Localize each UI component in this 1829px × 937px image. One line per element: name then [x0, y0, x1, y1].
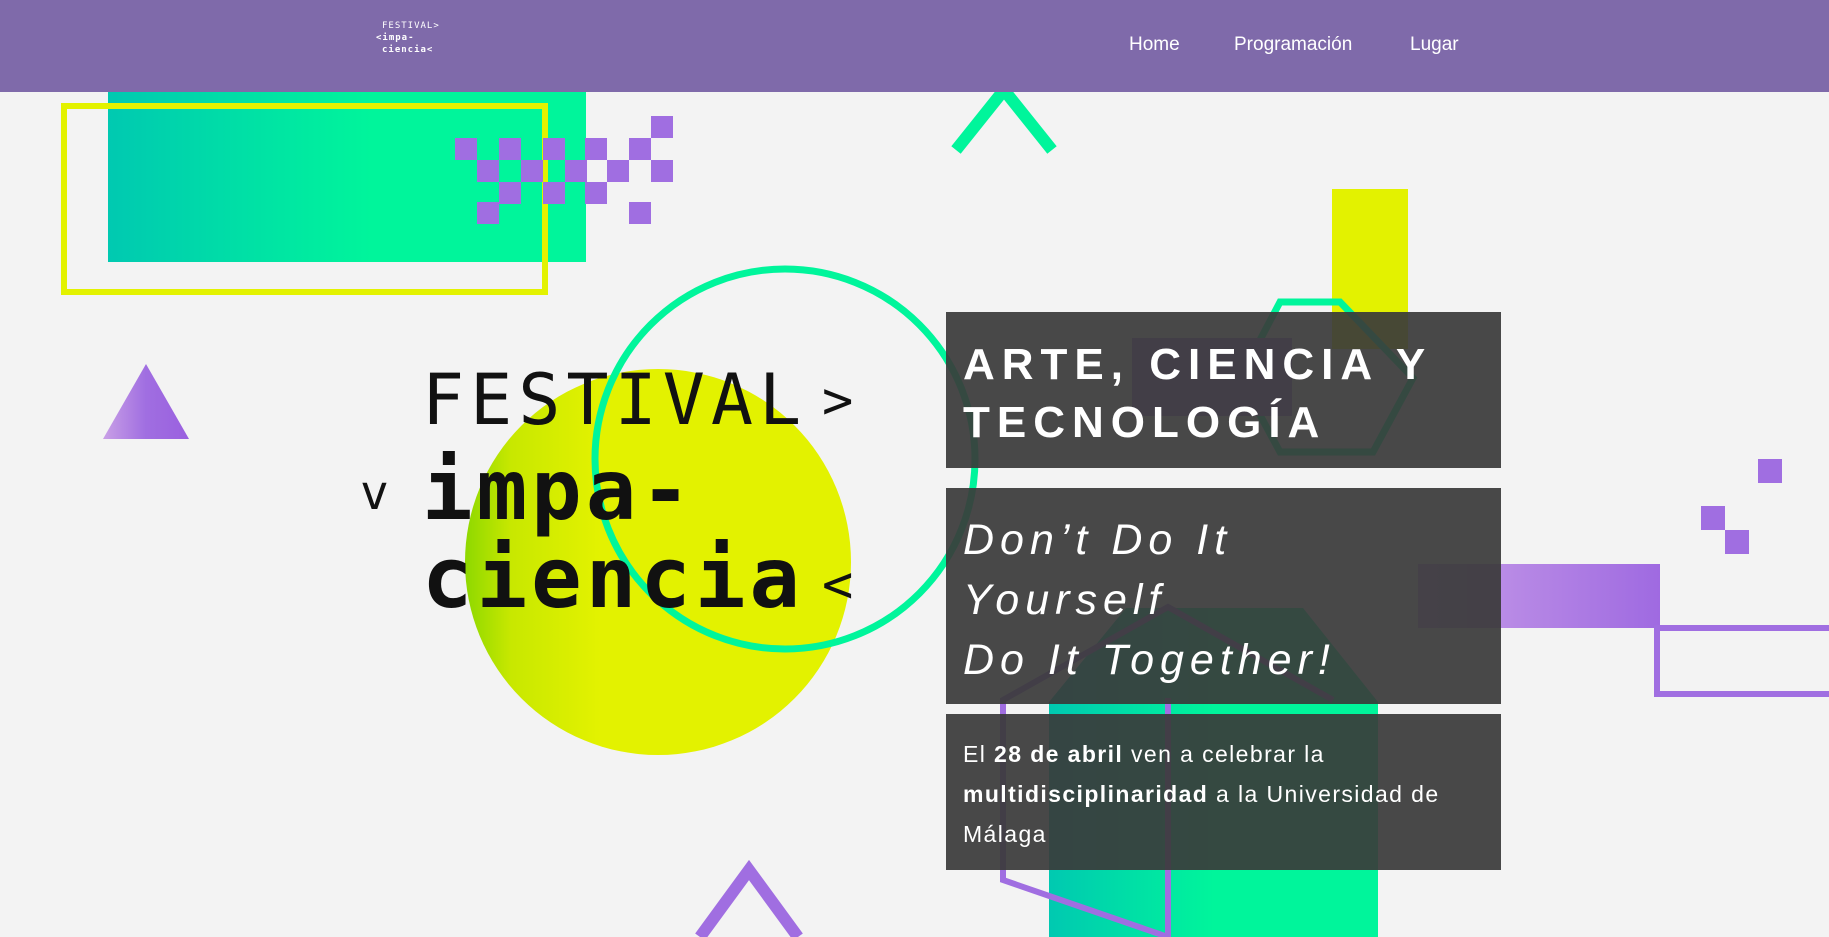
description-middle: ven a celebrar la — [1123, 741, 1325, 767]
event-date: 28 de abril — [994, 741, 1124, 767]
green-chevron-shape — [951, 80, 1057, 154]
green-rectangle-shape — [108, 88, 586, 262]
purple-outline-rectangle-shape — [1654, 625, 1829, 697]
top-navbar: FESTIVAL> <impa- ciencia< Home Programac… — [0, 0, 1829, 92]
slogan-box: Don’t Do It Yourself Do It Together! — [946, 488, 1501, 704]
background-decoration — [61, 80, 1829, 937]
festival-logo-festival: FESTIVAL — [422, 359, 808, 441]
site-logo-line1: FESTIVAL> — [382, 21, 440, 31]
slogan-line2: Yourself — [963, 576, 1167, 624]
headline-box: ARTE, CIENCIA Y TECNOLOGÍA — [946, 312, 1501, 468]
nav-menu: Home Programación Lugar — [0, 34, 1829, 64]
slogan-line3: Do It Together! — [963, 636, 1336, 684]
description-prefix: El — [963, 741, 995, 767]
slogan-line1: Don’t Do It — [963, 516, 1233, 564]
headline: ARTE, CIENCIA Y TECNOLOGÍA — [963, 340, 1432, 447]
chevron-right-icon: > — [822, 371, 854, 431]
nav-item-programacion[interactable]: Programación — [1234, 34, 1352, 56]
purple-triangle-shape — [103, 364, 189, 439]
description-text: El 28 de abril ven a celebrar la multidi… — [963, 734, 1484, 854]
description-box: El 28 de abril ven a celebrar la multidi… — [946, 714, 1501, 870]
festival-logo-impa: impa- — [422, 441, 695, 539]
chevron-left-icon: < — [822, 555, 854, 615]
nav-item-home[interactable]: Home — [1129, 34, 1180, 56]
highlight-word: multidisciplinaridad — [963, 781, 1209, 807]
right-pixel-shape — [1701, 459, 1782, 554]
chevron-down-icon: v — [360, 465, 389, 521]
nav-item-lugar[interactable]: Lugar — [1410, 34, 1459, 56]
purple-chevron-shape — [695, 859, 803, 937]
festival-logo-ciencia: ciencia — [422, 529, 805, 627]
